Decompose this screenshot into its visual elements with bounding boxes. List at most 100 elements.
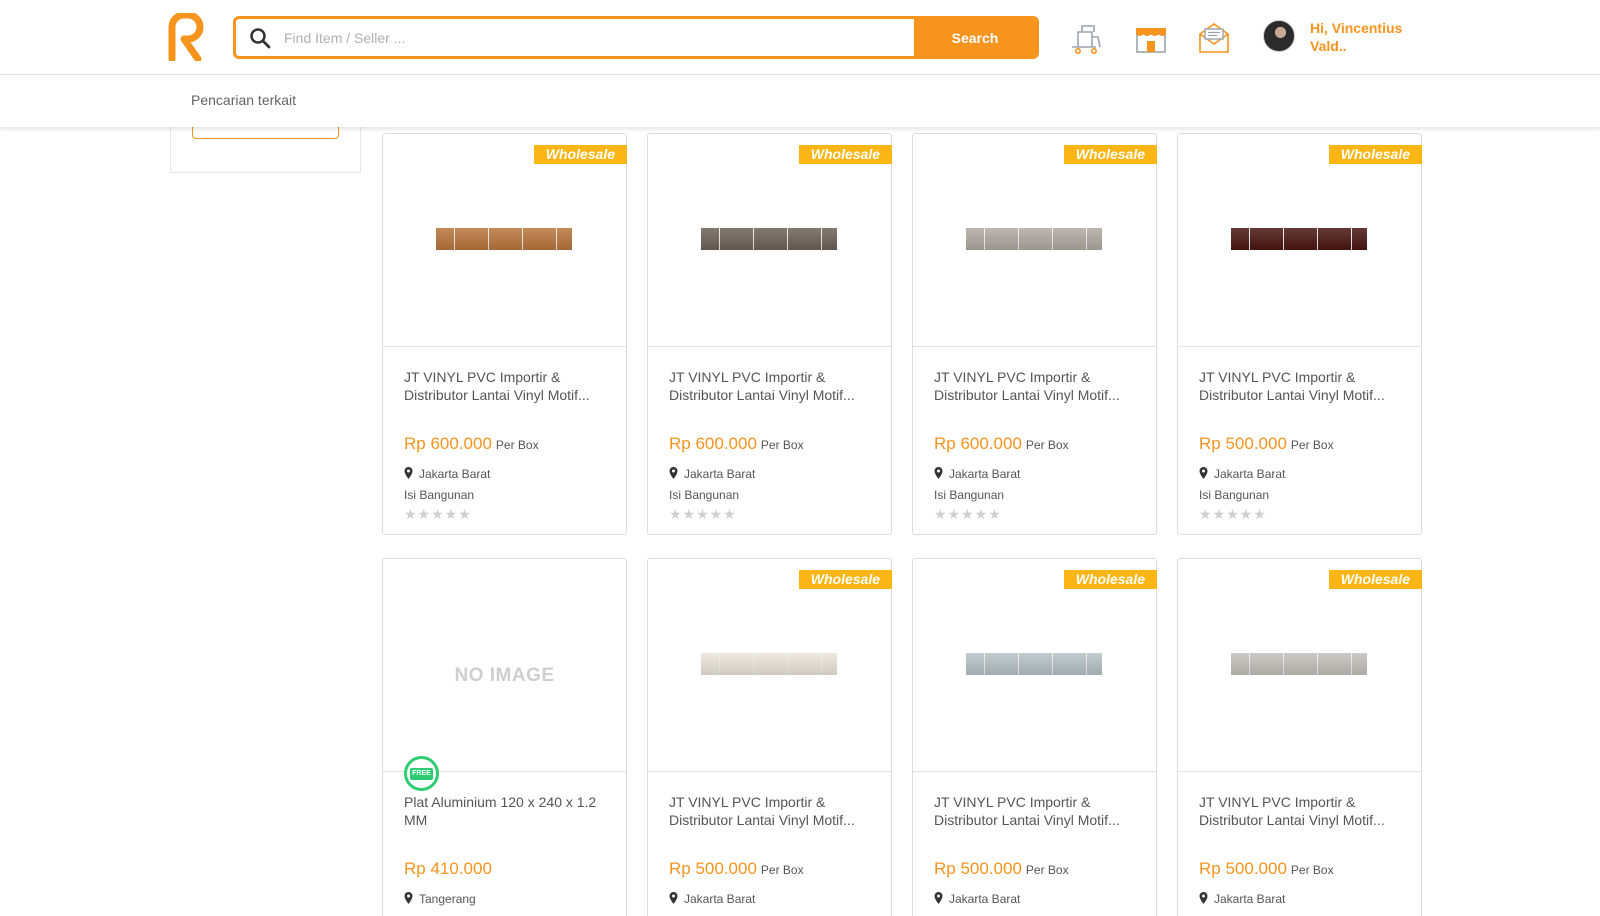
location-text: Jakarta Barat — [949, 467, 1021, 481]
wholesale-badge: Wholesale — [1063, 570, 1157, 589]
product-price: Rp 500.000 — [934, 859, 1022, 878]
swatch-grey-stripe — [1231, 653, 1367, 675]
product-title[interactable]: JT VINYL PVC Importir & Distributor Lant… — [404, 368, 609, 404]
product-title[interactable]: JT VINYL PVC Importir & Distributor Lant… — [669, 368, 874, 404]
location-text: Jakarta Barat — [684, 467, 756, 481]
price-unit: Per Box — [495, 438, 539, 452]
product-title[interactable]: JT VINYL PVC Importir & Distributor Lant… — [1199, 368, 1404, 404]
product-image[interactable]: Wholesale — [648, 134, 892, 347]
search-icon — [250, 28, 271, 49]
swatch-blue-grey — [966, 653, 1102, 675]
product-price: Rp 500.000 — [1199, 434, 1287, 453]
product-location: Jakarta Barat — [934, 467, 1020, 481]
product-title[interactable]: JT VINYL PVC Importir & Distributor Lant… — [669, 793, 874, 829]
swatch-light-grey — [966, 228, 1102, 250]
product-card[interactable]: Wholesale JT VINYL PVC Importir & Distrib… — [912, 558, 1157, 916]
swatch-cream — [701, 653, 837, 675]
product-location: Jakarta Barat — [404, 467, 490, 481]
product-card[interactable]: Wholesale JT VINYL PVC Importir & Distrib… — [912, 133, 1157, 535]
user-greeting[interactable]: Hi, Vincentius Vald.. — [1310, 19, 1430, 55]
price-unit: Per Box — [760, 438, 804, 452]
product-location: Jakarta Barat — [1199, 467, 1285, 481]
product-location: Tangerang — [404, 892, 476, 906]
product-price-row: Rp 500.000 Per Box — [669, 859, 804, 879]
user-avatar[interactable] — [1263, 20, 1295, 52]
wholesale-badge: Wholesale — [798, 570, 892, 589]
product-card[interactable]: Wholesale JT VINYL PVC Importir & Distrib… — [1177, 558, 1422, 916]
location-pin-icon — [669, 892, 678, 904]
product-card[interactable]: Wholesale JT VINYL PVC Importir & Distrib… — [1177, 133, 1422, 535]
location-text: Jakarta Barat — [1214, 467, 1286, 481]
product-price-row: Rp 500.000 Per Box — [1199, 434, 1334, 454]
product-price: Rp 500.000 — [669, 859, 757, 878]
search-button[interactable]: Search — [914, 19, 1036, 56]
product-price-row: Rp 600.000 Per Box — [404, 434, 539, 454]
location-text: Jakarta Barat — [949, 892, 1021, 906]
location-text: Jakarta Barat — [419, 467, 491, 481]
cart-icon[interactable] — [1068, 20, 1104, 56]
price-unit: Per Box — [1025, 863, 1069, 877]
product-location: Jakarta Barat — [1199, 892, 1285, 906]
product-location: Jakarta Barat — [669, 892, 755, 906]
product-price-row: Rp 600.000 Per Box — [934, 434, 1069, 454]
product-price: Rp 600.000 — [669, 434, 757, 453]
rating-stars: ★★★★★ — [404, 506, 472, 522]
product-price: Rp 600.000 — [404, 434, 492, 453]
wholesale-badge: Wholesale — [533, 145, 627, 164]
free-label: FREE — [410, 768, 433, 780]
seller-name[interactable]: Isi Bangunan — [1199, 488, 1269, 502]
location-pin-icon — [669, 467, 678, 479]
related-search-bar: Pencarian terkait — [0, 75, 1600, 127]
product-image[interactable]: Wholesale — [1178, 134, 1422, 347]
seller-name[interactable]: Isi Bangunan — [404, 488, 474, 502]
location-pin-icon — [934, 892, 943, 904]
seller-name[interactable]: Isi Bangunan — [669, 488, 739, 502]
no-image-placeholder: NO IMAGE — [454, 665, 555, 686]
product-image[interactable]: Wholesale — [1178, 559, 1422, 772]
location-text: Jakarta Barat — [684, 892, 756, 906]
product-image[interactable]: Wholesale — [913, 134, 1157, 347]
product-price: Rp 500.000 — [1199, 859, 1287, 878]
location-text: Jakarta Barat — [1214, 892, 1286, 906]
price-unit: Per Box — [760, 863, 804, 877]
product-image[interactable]: NO IMAGE FREE — [383, 559, 626, 791]
free-shipping-icon: FREE — [404, 756, 439, 791]
product-image[interactable]: Wholesale — [648, 559, 892, 772]
product-title[interactable]: JT VINYL PVC Importir & Distributor Lant… — [1199, 793, 1404, 829]
search-input[interactable] — [284, 19, 894, 56]
swatch-mahogany — [1231, 228, 1367, 250]
store-icon[interactable] — [1133, 20, 1169, 56]
location-pin-icon — [934, 467, 943, 479]
wholesale-badge: Wholesale — [798, 145, 892, 164]
product-card[interactable]: Wholesale JT VINYL PVC Importir & Distrib… — [382, 133, 627, 535]
product-image[interactable]: Wholesale — [383, 134, 627, 347]
swatch-oak-brown — [436, 228, 572, 250]
product-card[interactable]: NO IMAGE FREE Plat Aluminium 120 x 240 x 1… — [382, 558, 627, 916]
wholesale-badge: Wholesale — [1328, 570, 1422, 589]
price-unit: Per Box — [1290, 863, 1334, 877]
wholesale-badge: Wholesale — [1328, 145, 1422, 164]
mail-icon[interactable] — [1196, 20, 1232, 56]
product-card[interactable]: Wholesale JT VINYL PVC Importir & Distrib… — [647, 558, 892, 916]
top-header: Search Hi, Vincentius Vald.. — [0, 0, 1600, 75]
seller-name[interactable]: Isi Bangunan — [934, 488, 1004, 502]
product-title[interactable]: JT VINYL PVC Importir & Distributor Lant… — [934, 368, 1139, 404]
location-text: Tangerang — [419, 892, 476, 906]
product-title[interactable]: JT VINYL PVC Importir & Distributor Lant… — [934, 793, 1139, 829]
rating-stars: ★★★★★ — [1199, 506, 1267, 522]
product-price: Rp 410.000 — [404, 859, 492, 878]
related-search-label: Pencarian terkait — [191, 92, 297, 108]
product-image[interactable]: Wholesale — [913, 559, 1157, 772]
product-price-row: Rp 600.000 Per Box — [669, 434, 804, 454]
product-card[interactable]: Wholesale JT VINYL PVC Importir & Distrib… — [647, 133, 892, 535]
location-pin-icon — [404, 892, 413, 904]
product-price-row: Rp 500.000 Per Box — [934, 859, 1069, 879]
product-price-row: Rp 410.000 — [404, 859, 492, 879]
product-title[interactable]: Plat Aluminium 120 x 240 x 1.2 MM — [404, 793, 609, 829]
site-logo[interactable] — [166, 13, 206, 61]
location-pin-icon — [1199, 467, 1208, 479]
rating-stars: ★★★★★ — [934, 506, 1002, 522]
location-pin-icon — [1199, 892, 1208, 904]
search-bar: Search — [233, 16, 1039, 59]
product-location: Jakarta Barat — [669, 467, 755, 481]
